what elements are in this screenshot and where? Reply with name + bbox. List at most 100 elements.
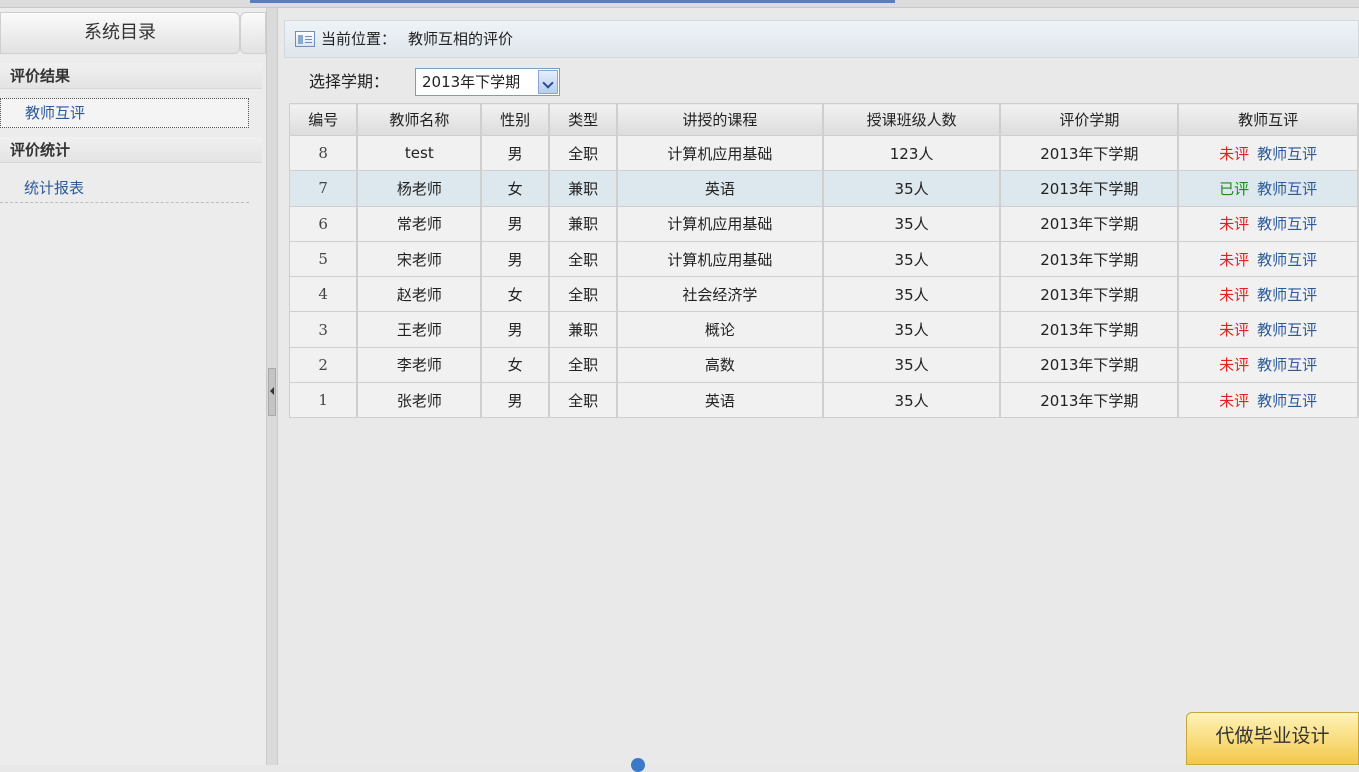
cell-peer-review: 未评 教师互评: [1177, 311, 1359, 348]
cell-peer-review: 未评 教师互评: [1177, 205, 1359, 242]
table-header-row: 编号 教师名称 性别 类型 讲授的课程 授课班级人数 评价学期 教师互评: [289, 103, 1359, 136]
cell-id: 5: [289, 240, 359, 278]
peer-review-link[interactable]: 教师互评: [1257, 145, 1317, 163]
sidebar-divider: [0, 202, 249, 203]
cell-class-size: 35人: [822, 276, 1002, 313]
term-label: 选择学期：: [309, 72, 390, 91]
cell-type: 兼职: [548, 170, 619, 207]
cell-term: 2013年下学期: [999, 346, 1180, 384]
cell-term: 2013年下学期: [999, 170, 1180, 207]
peer-review-link[interactable]: 教师互评: [1257, 215, 1317, 233]
cell-peer-review: 已评 教师互评: [1177, 170, 1359, 207]
term-select[interactable]: 2013年下学期: [415, 68, 560, 96]
table-row: 4 赵老师 女 全职 社会经济学 35人 2013年下学期 未评 教师互评: [289, 276, 1359, 313]
cell-peer-review: 未评 教师互评: [1177, 382, 1359, 419]
cell-teacher-name: 杨老师: [356, 170, 483, 207]
cell-term: 2013年下学期: [999, 382, 1180, 419]
sidebar-title-tab: [240, 12, 266, 54]
cell-gender: 男: [480, 240, 551, 278]
peer-review-link[interactable]: 教师互评: [1257, 321, 1317, 339]
status-not-rated: 未评: [1219, 391, 1250, 410]
status-not-rated: 未评: [1219, 250, 1250, 269]
cell-type: 全职: [548, 382, 619, 419]
cell-gender: 女: [480, 276, 551, 313]
cell-class-size: 35人: [822, 346, 1002, 384]
table-row: 7 杨老师 女 兼职 英语 35人 2013年下学期 已评 教师互评: [289, 170, 1359, 207]
cell-peer-review: 未评 教师互评: [1177, 134, 1359, 172]
cell-course: 社会经济学: [616, 276, 824, 313]
sidebar-item-stats-report[interactable]: 统计报表: [0, 174, 249, 204]
cell-course: 概论: [616, 311, 824, 348]
cell-teacher-name: 张老师: [356, 382, 483, 419]
column-header-teacher-name: 教师名称: [356, 103, 483, 136]
peer-review-link[interactable]: 教师互评: [1257, 286, 1317, 304]
sidebar: 系统目录 评价结果 教师互评 评价统计 统计报表: [0, 8, 266, 765]
cell-course: 英语: [616, 382, 824, 419]
cell-gender: 男: [480, 311, 551, 348]
column-header-gender: 性别: [480, 103, 551, 136]
cell-type: 全职: [548, 276, 619, 313]
cell-gender: 女: [480, 346, 551, 384]
sidebar-splitter[interactable]: [266, 8, 278, 765]
scroll-indicator-dot: [631, 758, 645, 772]
table-row: 3 王老师 男 兼职 概论 35人 2013年下学期 未评 教师互评: [289, 311, 1359, 348]
sidebar-section-evaluation-results[interactable]: 评价结果: [0, 63, 262, 89]
cell-teacher-name: 王老师: [356, 311, 483, 348]
column-header-type: 类型: [548, 103, 619, 136]
cell-course: 计算机应用基础: [616, 240, 824, 278]
table-row: 1 张老师 男 全职 英语 35人 2013年下学期 未评 教师互评: [289, 382, 1359, 419]
cell-type: 全职: [548, 346, 619, 384]
column-header-peer-review: 教师互评: [1177, 103, 1359, 136]
window-top-bar: [0, 0, 1359, 8]
cell-course: 英语: [616, 170, 824, 207]
cell-type: 兼职: [548, 205, 619, 242]
breadcrumb-prefix: 当前位置：: [321, 30, 397, 48]
table-row: 5 宋老师 男 全职 计算机应用基础 35人 2013年下学期 未评 教师互评: [289, 240, 1359, 278]
term-selected-value: 2013年下学期: [422, 73, 521, 91]
column-header-id: 编号: [289, 103, 359, 136]
cell-course: 计算机应用基础: [616, 134, 824, 172]
cell-class-size: 35人: [822, 311, 1002, 348]
cell-class-size: 123人: [822, 134, 1002, 172]
breadcrumb: 当前位置： 教师互相的评价: [284, 20, 1359, 58]
sidebar-item-teacher-peer-review[interactable]: 教师互评: [0, 98, 249, 128]
cell-id: 8: [289, 134, 359, 172]
cell-peer-review: 未评 教师互评: [1177, 276, 1359, 313]
status-not-rated: 未评: [1219, 144, 1250, 163]
teacher-table: 编号 教师名称 性别 类型 讲授的课程 授课班级人数 评价学期 教师互评 8 t…: [289, 103, 1359, 419]
table-row: 6 常老师 男 兼职 计算机应用基础 35人 2013年下学期 未评 教师互评: [289, 205, 1359, 242]
sidebar-section-evaluation-stats[interactable]: 评价统计: [0, 137, 262, 163]
cell-gender: 男: [480, 134, 551, 172]
cell-teacher-name: 赵老师: [356, 276, 483, 313]
cell-term: 2013年下学期: [999, 276, 1180, 313]
cell-id: 4: [289, 276, 359, 313]
cell-id: 2: [289, 346, 359, 384]
collapse-sidebar-handle[interactable]: [268, 368, 276, 416]
top-accent-strip: [250, 0, 895, 3]
main-content: 当前位置： 教师互相的评价 选择学期： 2013年下学期 编号 教师名称 性别 类…: [278, 8, 1359, 765]
cell-term: 2013年下学期: [999, 311, 1180, 348]
cell-peer-review: 未评 教师互评: [1177, 346, 1359, 384]
cell-class-size: 35人: [822, 382, 1002, 419]
peer-review-link[interactable]: 教师互评: [1257, 180, 1317, 198]
cell-teacher-name: 常老师: [356, 205, 483, 242]
cell-course: 高数: [616, 346, 824, 384]
cell-id: 3: [289, 311, 359, 348]
cell-type: 兼职: [548, 311, 619, 348]
cell-gender: 女: [480, 170, 551, 207]
cell-id: 6: [289, 205, 359, 242]
cell-type: 全职: [548, 134, 619, 172]
chevron-down-icon[interactable]: [538, 70, 558, 94]
cell-teacher-name: 李老师: [356, 346, 483, 384]
table-row: 8 test 男 全职 计算机应用基础 123人 2013年下学期 未评 教师互评: [289, 134, 1359, 172]
cell-class-size: 35人: [822, 240, 1002, 278]
peer-review-link[interactable]: 教师互评: [1257, 356, 1317, 374]
peer-review-link[interactable]: 教师互评: [1257, 251, 1317, 269]
cell-id: 1: [289, 382, 359, 419]
promo-banner[interactable]: 代做毕业设计: [1186, 712, 1359, 765]
cell-course: 计算机应用基础: [616, 205, 824, 242]
cell-class-size: 35人: [822, 205, 1002, 242]
cell-teacher-name: test: [356, 134, 483, 172]
peer-review-link[interactable]: 教师互评: [1257, 392, 1317, 410]
cell-class-size: 35人: [822, 170, 1002, 207]
